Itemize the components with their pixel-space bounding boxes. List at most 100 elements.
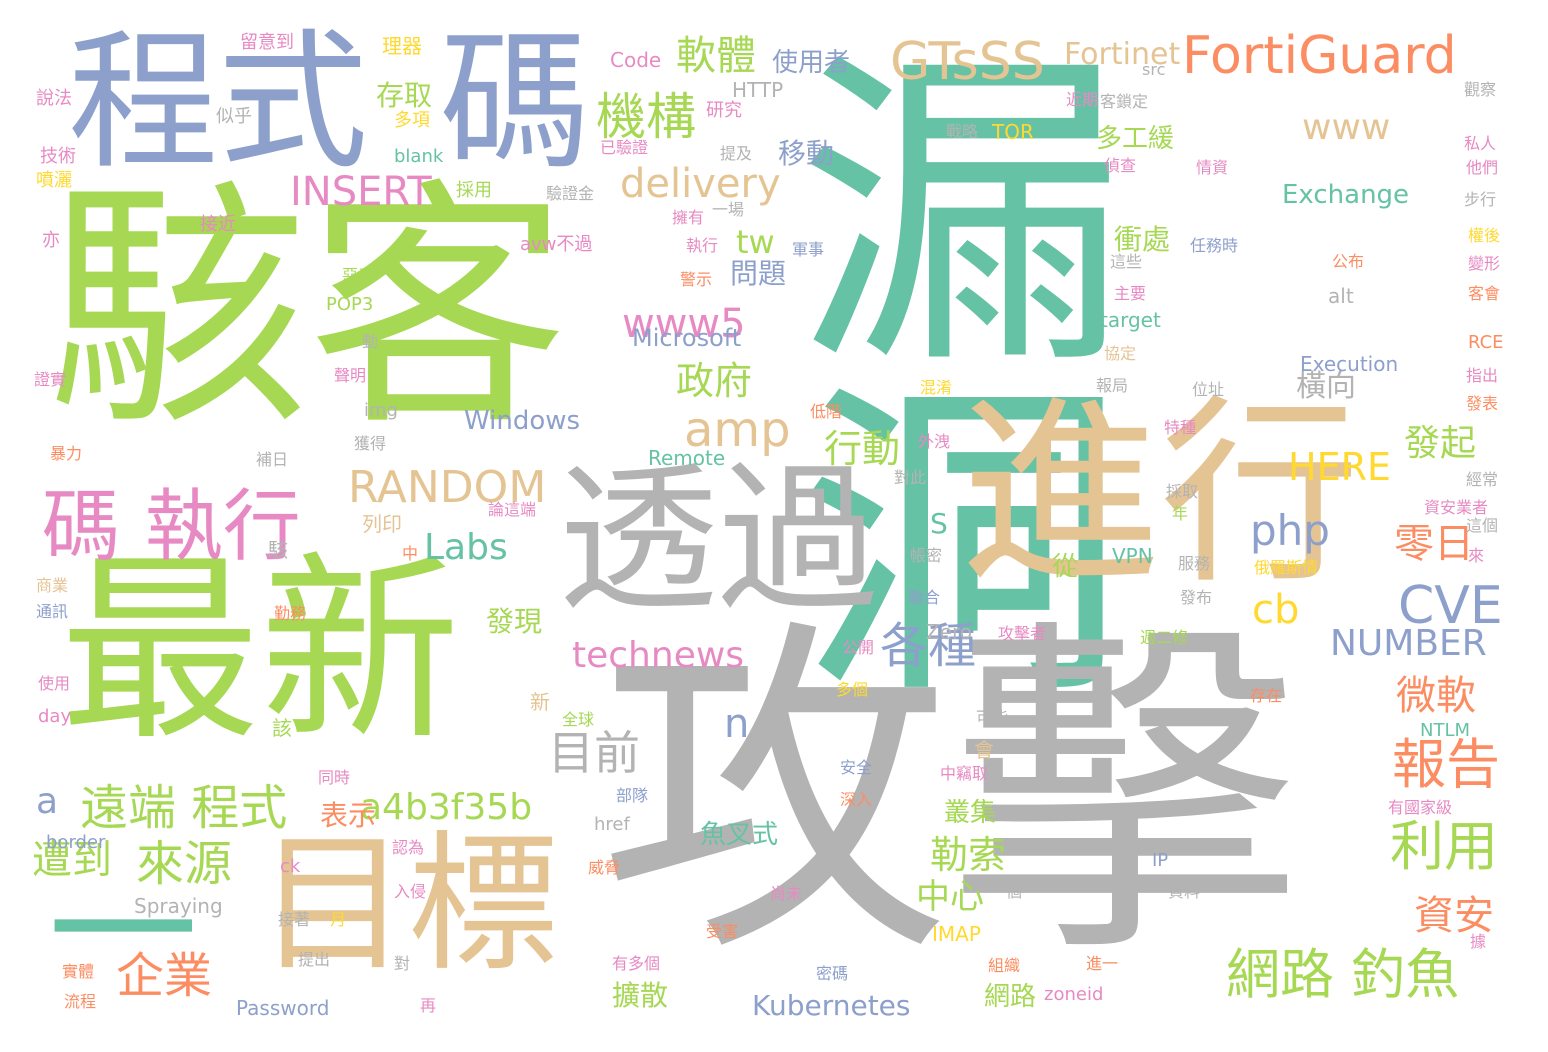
word: 攻擊者	[998, 624, 1047, 643]
word: 最新	[60, 535, 461, 768]
word: 據	[1470, 932, 1487, 951]
word: 服務	[1178, 554, 1211, 573]
word: 利用	[1390, 815, 1498, 878]
word: 擁有	[672, 208, 705, 227]
word: 驗證金	[546, 184, 595, 203]
word: 有國家級	[1388, 798, 1453, 817]
word: INSERT	[290, 169, 432, 215]
word: 來	[1468, 546, 1485, 565]
word: 駭客	[48, 159, 568, 461]
word: 技術	[40, 146, 76, 167]
word: 似乎	[216, 106, 252, 127]
word-cloud: 漏洞 攻擊 駭客 進行 最新 程式 碼 透過 目標 一 碼 執行 FortiGu…	[0, 0, 1548, 1052]
word: 發布	[1180, 588, 1213, 607]
word: 企業	[116, 948, 213, 1004]
word: S	[930, 507, 948, 540]
word: Execution	[1300, 352, 1399, 376]
word: 變形	[1468, 254, 1501, 273]
word: 會	[974, 738, 994, 762]
word: 零日	[1394, 521, 1474, 567]
word: IP	[1152, 850, 1169, 871]
word: n	[724, 701, 750, 747]
word: 混淆	[920, 378, 953, 397]
word: 資料	[1168, 882, 1201, 901]
word: 特種	[1164, 418, 1197, 437]
word: 亦	[42, 230, 60, 251]
word: img	[364, 400, 398, 421]
word: 採取	[1166, 482, 1199, 501]
word: 噴灑	[36, 170, 72, 191]
word: 使用者	[772, 48, 851, 78]
word: NUMBER	[1330, 623, 1487, 664]
word: 證實	[34, 370, 67, 389]
word: 橫向	[1296, 369, 1356, 404]
word: 接近	[200, 214, 236, 235]
word: TOR	[992, 120, 1034, 144]
word: VPN	[1112, 544, 1153, 568]
word: 衝處	[1114, 223, 1171, 256]
word: 進一	[1086, 954, 1119, 973]
word: day	[38, 706, 72, 727]
word: 來源	[136, 836, 233, 892]
word: delivery	[620, 161, 781, 207]
word: blank	[394, 146, 444, 167]
word: 存在	[1250, 686, 1283, 705]
word: 深入	[840, 790, 873, 809]
word: 發起	[1404, 423, 1477, 464]
word: 存取	[376, 79, 433, 112]
word: a	[36, 781, 59, 822]
word: 資安業者	[1424, 498, 1489, 517]
word: 任務時	[1190, 236, 1239, 255]
word: 執行	[686, 236, 719, 255]
word: 這個	[1466, 516, 1499, 535]
word: 聲明	[334, 366, 367, 385]
word: 流程	[64, 992, 97, 1011]
word: Spraying	[134, 894, 223, 918]
word: 主要	[1114, 284, 1147, 303]
word: 客鎖定	[1100, 92, 1149, 111]
word: 報局	[1096, 376, 1129, 395]
word: 移動	[778, 137, 835, 170]
word: 月	[330, 910, 347, 929]
word: 遠端 程式	[80, 780, 288, 836]
word: Labs	[424, 527, 508, 568]
word: 商業	[36, 576, 69, 595]
word: 權後	[1468, 226, 1501, 245]
word: 留意到	[240, 32, 294, 53]
word: 說法	[36, 88, 72, 109]
word: 微軟	[1396, 673, 1476, 719]
word: 理器	[382, 34, 422, 58]
word: 實體	[62, 962, 95, 981]
word: 論這端	[488, 500, 537, 519]
word: 一場	[712, 200, 745, 219]
word: 研究	[706, 100, 742, 121]
word: 碼	[440, 16, 591, 190]
word: src	[1142, 60, 1166, 79]
word: 觀察	[1464, 80, 1497, 99]
word: 魚叉式	[700, 820, 779, 850]
word: 動	[362, 332, 379, 351]
word: 勒索	[930, 833, 1007, 877]
word: 受害	[706, 922, 739, 941]
word: 認為	[392, 838, 425, 857]
word: 公開	[842, 638, 875, 657]
word: 對此	[894, 468, 927, 487]
word: 提及	[720, 144, 753, 163]
word: Code	[610, 48, 662, 72]
word: 提出	[298, 950, 331, 969]
word: 入侵	[394, 882, 427, 901]
word: GTsSS	[890, 32, 1045, 92]
word: IMAP	[932, 922, 981, 946]
word: 碼 執行	[42, 482, 301, 572]
word: 一個	[990, 882, 1023, 901]
word: border	[46, 832, 106, 853]
word: 目前	[548, 726, 640, 780]
word: 經常	[1466, 470, 1499, 489]
word: 行動	[824, 427, 901, 471]
word: 使用	[38, 674, 71, 693]
word: 新	[530, 690, 550, 714]
word: 近期	[1066, 90, 1099, 109]
word: 軍事	[792, 240, 825, 259]
word: 組織	[988, 956, 1021, 975]
word: 軟體	[676, 33, 756, 79]
